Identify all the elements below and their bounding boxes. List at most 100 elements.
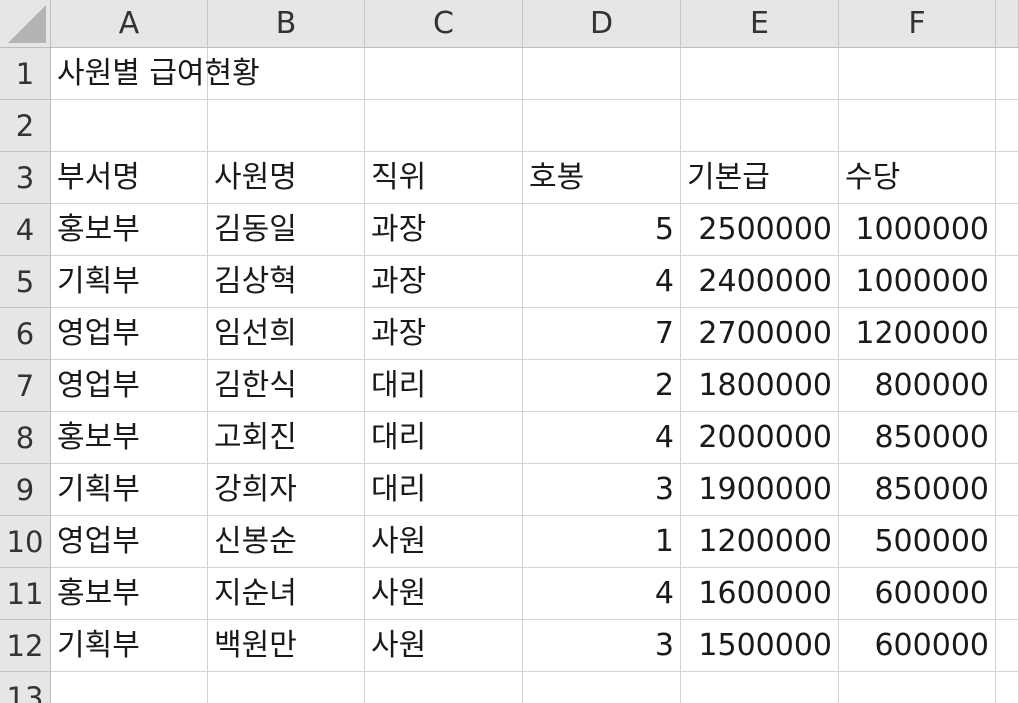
row-header-6[interactable]: 6: [0, 308, 51, 360]
cell-c11[interactable]: 사원: [365, 568, 523, 620]
cell-f8[interactable]: 850000: [839, 412, 996, 464]
row-header-5[interactable]: 5: [0, 256, 51, 308]
cell-partial-4[interactable]: [996, 204, 1019, 256]
cell-a8[interactable]: 홍보부: [51, 412, 208, 464]
cell-d13[interactable]: [523, 672, 681, 703]
cell-f2[interactable]: [839, 100, 996, 152]
cell-d5[interactable]: 4: [523, 256, 681, 308]
row-header-8[interactable]: 8: [0, 412, 51, 464]
cell-partial-7[interactable]: [996, 360, 1019, 412]
cell-d7[interactable]: 2: [523, 360, 681, 412]
cell-a6[interactable]: 영업부: [51, 308, 208, 360]
cell-partial-5[interactable]: [996, 256, 1019, 308]
cell-a13[interactable]: [51, 672, 208, 703]
cell-partial-9[interactable]: [996, 464, 1019, 516]
cell-f9[interactable]: 850000: [839, 464, 996, 516]
cell-e1[interactable]: [681, 48, 839, 100]
cell-a7[interactable]: 영업부: [51, 360, 208, 412]
cell-b2[interactable]: [208, 100, 365, 152]
cell-c10[interactable]: 사원: [365, 516, 523, 568]
cell-c13[interactable]: [365, 672, 523, 703]
cell-partial-12[interactable]: [996, 620, 1019, 672]
cell-partial-13[interactable]: [996, 672, 1019, 703]
cell-e11[interactable]: 1600000: [681, 568, 839, 620]
cell-d12[interactable]: 3: [523, 620, 681, 672]
cell-c3[interactable]: 직위: [365, 152, 523, 204]
column-header-a[interactable]: A: [51, 0, 208, 48]
cell-a12[interactable]: 기획부: [51, 620, 208, 672]
cell-e5[interactable]: 2400000: [681, 256, 839, 308]
cell-a1[interactable]: 사원별 급여현황: [51, 48, 260, 100]
cell-d1[interactable]: [523, 48, 681, 100]
cell-d10[interactable]: 1: [523, 516, 681, 568]
cell-a11[interactable]: 홍보부: [51, 568, 208, 620]
cell-b3[interactable]: 사원명: [208, 152, 365, 204]
cell-c8[interactable]: 대리: [365, 412, 523, 464]
cell-b4[interactable]: 김동일: [208, 204, 365, 256]
select-all-corner[interactable]: [0, 0, 51, 48]
cell-f13[interactable]: [839, 672, 996, 703]
cell-b12[interactable]: 백원만: [208, 620, 365, 672]
row-header-1[interactable]: 1: [0, 48, 51, 100]
cell-f1[interactable]: [839, 48, 996, 100]
cell-d2[interactable]: [523, 100, 681, 152]
cell-a3[interactable]: 부서명: [51, 152, 208, 204]
cell-e12[interactable]: 1500000: [681, 620, 839, 672]
column-header-d[interactable]: D: [523, 0, 681, 48]
cell-e10[interactable]: 1200000: [681, 516, 839, 568]
cell-f10[interactable]: 500000: [839, 516, 996, 568]
cell-b6[interactable]: 임선희: [208, 308, 365, 360]
cell-e13[interactable]: [681, 672, 839, 703]
cell-d8[interactable]: 4: [523, 412, 681, 464]
cell-a9[interactable]: 기획부: [51, 464, 208, 516]
row-header-13[interactable]: 13: [0, 672, 51, 703]
cell-partial-6[interactable]: [996, 308, 1019, 360]
cell-e3[interactable]: 기본급: [681, 152, 839, 204]
cell-d4[interactable]: 5: [523, 204, 681, 256]
cell-f7[interactable]: 800000: [839, 360, 996, 412]
cell-partial-3[interactable]: [996, 152, 1019, 204]
cell-c12[interactable]: 사원: [365, 620, 523, 672]
cell-partial-10[interactable]: [996, 516, 1019, 568]
row-header-4[interactable]: 4: [0, 204, 51, 256]
cell-d9[interactable]: 3: [523, 464, 681, 516]
cell-partial-1[interactable]: [996, 48, 1019, 100]
row-header-9[interactable]: 9: [0, 464, 51, 516]
column-header-c[interactable]: C: [365, 0, 523, 48]
cell-d6[interactable]: 7: [523, 308, 681, 360]
cell-b7[interactable]: 김한식: [208, 360, 365, 412]
cell-c6[interactable]: 과장: [365, 308, 523, 360]
cell-c1[interactable]: [365, 48, 523, 100]
cell-e6[interactable]: 2700000: [681, 308, 839, 360]
cell-a4[interactable]: 홍보부: [51, 204, 208, 256]
row-header-12[interactable]: 12: [0, 620, 51, 672]
cell-d11[interactable]: 4: [523, 568, 681, 620]
cell-c9[interactable]: 대리: [365, 464, 523, 516]
cell-e4[interactable]: 2500000: [681, 204, 839, 256]
row-header-7[interactable]: 7: [0, 360, 51, 412]
cell-f3[interactable]: 수당: [839, 152, 996, 204]
row-header-2[interactable]: 2: [0, 100, 51, 152]
cell-e2[interactable]: [681, 100, 839, 152]
cell-partial-8[interactable]: [996, 412, 1019, 464]
cell-e9[interactable]: 1900000: [681, 464, 839, 516]
cell-e8[interactable]: 2000000: [681, 412, 839, 464]
cell-partial-11[interactable]: [996, 568, 1019, 620]
cell-b9[interactable]: 강희자: [208, 464, 365, 516]
cell-b5[interactable]: 김상혁: [208, 256, 365, 308]
cell-b8[interactable]: 고회진: [208, 412, 365, 464]
cell-c4[interactable]: 과장: [365, 204, 523, 256]
cell-b10[interactable]: 신봉순: [208, 516, 365, 568]
cell-b13[interactable]: [208, 672, 365, 703]
cell-b11[interactable]: 지순녀: [208, 568, 365, 620]
cell-f6[interactable]: 1200000: [839, 308, 996, 360]
row-header-11[interactable]: 11: [0, 568, 51, 620]
cell-a10[interactable]: 영업부: [51, 516, 208, 568]
cell-e7[interactable]: 1800000: [681, 360, 839, 412]
row-header-3[interactable]: 3: [0, 152, 51, 204]
cell-f4[interactable]: 1000000: [839, 204, 996, 256]
cell-c2[interactable]: [365, 100, 523, 152]
cell-c5[interactable]: 과장: [365, 256, 523, 308]
column-header-partial[interactable]: [996, 0, 1019, 48]
column-header-f[interactable]: F: [839, 0, 996, 48]
